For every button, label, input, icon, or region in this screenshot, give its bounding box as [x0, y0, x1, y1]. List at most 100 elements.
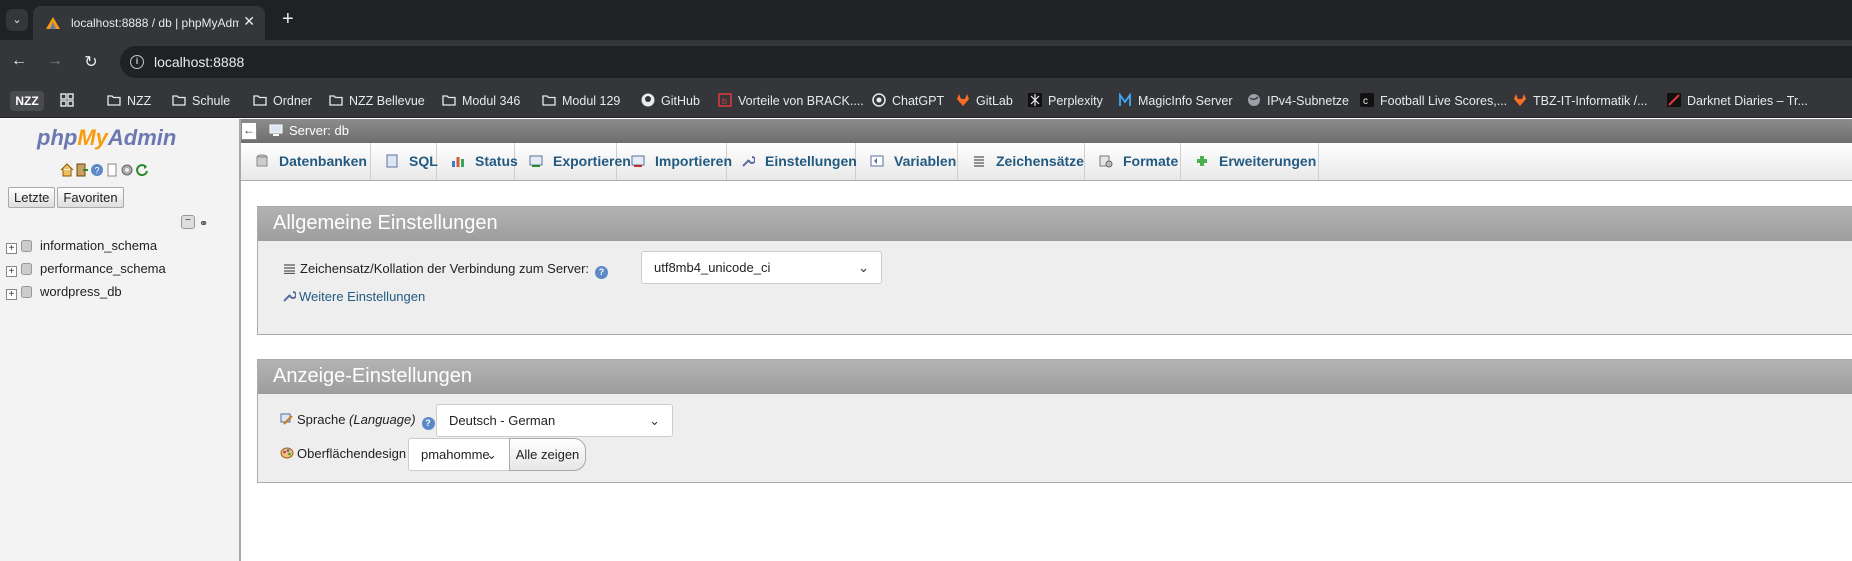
- palette-icon: [280, 447, 294, 459]
- close-tab-icon[interactable]: ✕: [243, 13, 255, 30]
- browser-tab[interactable]: localhost:8888 / db | phpMyAdmin ✕: [33, 6, 265, 40]
- browser-toolbar: ← → ↻ i localhost:8888: [0, 40, 1852, 84]
- help-icon[interactable]: ?: [595, 266, 609, 279]
- apps-grid-icon[interactable]: [60, 92, 80, 110]
- tab-search-button[interactable]: ⌄: [6, 9, 28, 31]
- tab-settings[interactable]: Einstellungen: [727, 143, 857, 180]
- status-icon: [452, 157, 464, 167]
- tab-export[interactable]: Exportieren: [515, 143, 631, 180]
- wrench-icon: [283, 291, 297, 302]
- language-row: Sprache (Language)?: [280, 412, 435, 430]
- help-icon[interactable]: ?: [421, 417, 435, 430]
- magicinfo-icon: [1119, 93, 1131, 106]
- export-icon: [529, 155, 543, 167]
- home-icon[interactable]: [60, 163, 74, 177]
- bookmark-darknet-diaries[interactable]: Darknet Diaries – Tr...: [1667, 92, 1808, 110]
- show-all-themes-button[interactable]: Alle zeigen: [509, 438, 586, 471]
- bookmark-folder-schule[interactable]: Schule: [172, 92, 230, 110]
- gitlab-icon: [1514, 94, 1526, 106]
- exit-icon[interactable]: [75, 163, 89, 177]
- favorite-tables-button[interactable]: Favoriten: [57, 187, 124, 208]
- top-menu: Datenbanken SQL Status Exportieren Impor…: [241, 143, 1852, 181]
- folder-icon: [107, 95, 121, 106]
- gitlab-icon: [957, 94, 969, 106]
- bookmark-folder-modul-129[interactable]: Modul 129: [542, 92, 620, 110]
- bookmark-perplexity[interactable]: Perplexity: [1028, 92, 1103, 110]
- bookmark-folder-nzz-bellevue[interactable]: NZZ Bellevue: [329, 92, 425, 110]
- settings-gear-icon[interactable]: [120, 163, 134, 177]
- language-icon: [280, 413, 293, 425]
- new-tab-button[interactable]: +: [282, 8, 294, 31]
- database-item[interactable]: + performance_schema: [6, 260, 166, 283]
- bookmark-brack[interactable]: b Vorteile von BRACK....: [718, 92, 864, 110]
- chevron-down-icon: ⌄: [858, 260, 869, 275]
- theme-select[interactable]: pmahomme ⌄: [408, 438, 510, 471]
- tab-sql[interactable]: SQL: [371, 143, 438, 180]
- bookmark-magicinfo[interactable]: MagicInfo Server: [1118, 92, 1232, 110]
- tab-title: localhost:8888 / db | phpMyAdmin: [71, 16, 239, 30]
- bookmark-tbz-it-informatik[interactable]: TBZ-IT-Informatik /...: [1513, 92, 1648, 110]
- reload-navigation-icon[interactable]: [135, 163, 149, 177]
- bookmark-folder-nzz[interactable]: NZZ: [107, 92, 151, 110]
- bookmark-github[interactable]: GitHub: [641, 92, 700, 110]
- globe-icon: [1248, 94, 1260, 106]
- engines-icon: [1099, 155, 1113, 168]
- database-icon: [21, 286, 32, 298]
- tab-engines[interactable]: Formate: [1085, 143, 1181, 180]
- plugin-icon: [1197, 156, 1207, 166]
- appearance-settings-panel: Anzeige-Einstellungen Sprache (Language)…: [257, 359, 1852, 483]
- phpmyadmin-logo[interactable]: phpMyAdmin: [37, 125, 176, 151]
- breadcrumb-bar: ← Server: db: [241, 119, 1852, 143]
- forward-arrow-icon[interactable]: →: [45, 52, 65, 70]
- reload-icon[interactable]: ↻: [81, 52, 101, 72]
- collation-row: Zeichensatz/Kollation der Verbindung zum…: [284, 261, 609, 279]
- expand-plus-icon[interactable]: +: [6, 266, 17, 277]
- database-tree: + information_schema + performance_schema …: [6, 237, 166, 306]
- back-arrow-icon[interactable]: ←: [9, 52, 29, 70]
- chevron-down-icon: ⌄: [486, 447, 497, 462]
- expand-plus-icon[interactable]: +: [6, 289, 17, 300]
- address-bar[interactable]: i localhost:8888: [120, 46, 1852, 78]
- svg-text:?: ?: [95, 166, 100, 176]
- bookmark-ipv4-subnetze[interactable]: IPv4-Subnetze: [1247, 92, 1349, 110]
- appearance-settings-heading: Anzeige-Einstellungen: [258, 360, 1852, 394]
- bookmark-gitlab[interactable]: GitLab: [956, 92, 1013, 110]
- recent-tables-button[interactable]: Letzte: [8, 187, 56, 208]
- theme-row: Oberflächendesign: [280, 446, 406, 461]
- collapse-all-icon[interactable]: −: [181, 215, 195, 229]
- bookmark-folder-ordner[interactable]: Ordner: [253, 92, 312, 110]
- variables-icon: [870, 155, 884, 167]
- svg-text:c: c: [1363, 96, 1368, 107]
- tab-plugins[interactable]: Erweiterungen: [1181, 143, 1319, 180]
- database-icon: [21, 240, 32, 252]
- tab-databases[interactable]: Datenbanken: [241, 143, 371, 180]
- pma-main-panel: ← Server: db Datenbanken SQL Status Expo…: [241, 119, 1852, 561]
- database-item[interactable]: + wordpress_db: [6, 283, 166, 306]
- bookmark-chatgpt[interactable]: ChatGPT: [872, 92, 944, 110]
- documentation-icon[interactable]: [105, 163, 119, 177]
- general-settings-heading: Allgemeine Einstellungen: [258, 207, 1852, 241]
- bookmark-football-live-scores[interactable]: c Football Live Scores,...: [1360, 92, 1507, 110]
- collation-select[interactable]: utf8mb4_unicode_ci ⌄: [641, 251, 882, 284]
- more-settings-link[interactable]: Weitere Einstellungen: [282, 289, 425, 304]
- charset-icon: [974, 156, 984, 167]
- site-info-icon[interactable]: i: [130, 55, 144, 69]
- folder-icon: [172, 95, 186, 106]
- folder-icon: [542, 95, 556, 106]
- wrench-icon: [742, 156, 755, 167]
- bookmark-nzz-logo[interactable]: NZZ: [10, 91, 44, 111]
- language-select[interactable]: Deutsch - German ⌄: [436, 404, 673, 437]
- tab-import[interactable]: Importieren: [617, 143, 732, 180]
- tab-variables[interactable]: Variablen: [856, 143, 958, 180]
- collapse-navigation-icon[interactable]: ←: [241, 122, 257, 140]
- tab-status[interactable]: Status: [437, 143, 518, 180]
- database-item[interactable]: + information_schema: [6, 237, 166, 260]
- chevron-down-icon: ⌄: [649, 413, 660, 428]
- link-with-main-panel-icon[interactable]: ⚭: [199, 217, 208, 230]
- charset-icon: [284, 264, 295, 275]
- bookmark-folder-modul-346[interactable]: Modul 346: [442, 92, 520, 110]
- tab-charsets[interactable]: Zeichensätze: [958, 143, 1085, 180]
- breadcrumb-server[interactable]: Server: db: [289, 123, 349, 138]
- expand-plus-icon[interactable]: +: [6, 243, 17, 254]
- help-icon[interactable]: ?: [90, 163, 104, 177]
